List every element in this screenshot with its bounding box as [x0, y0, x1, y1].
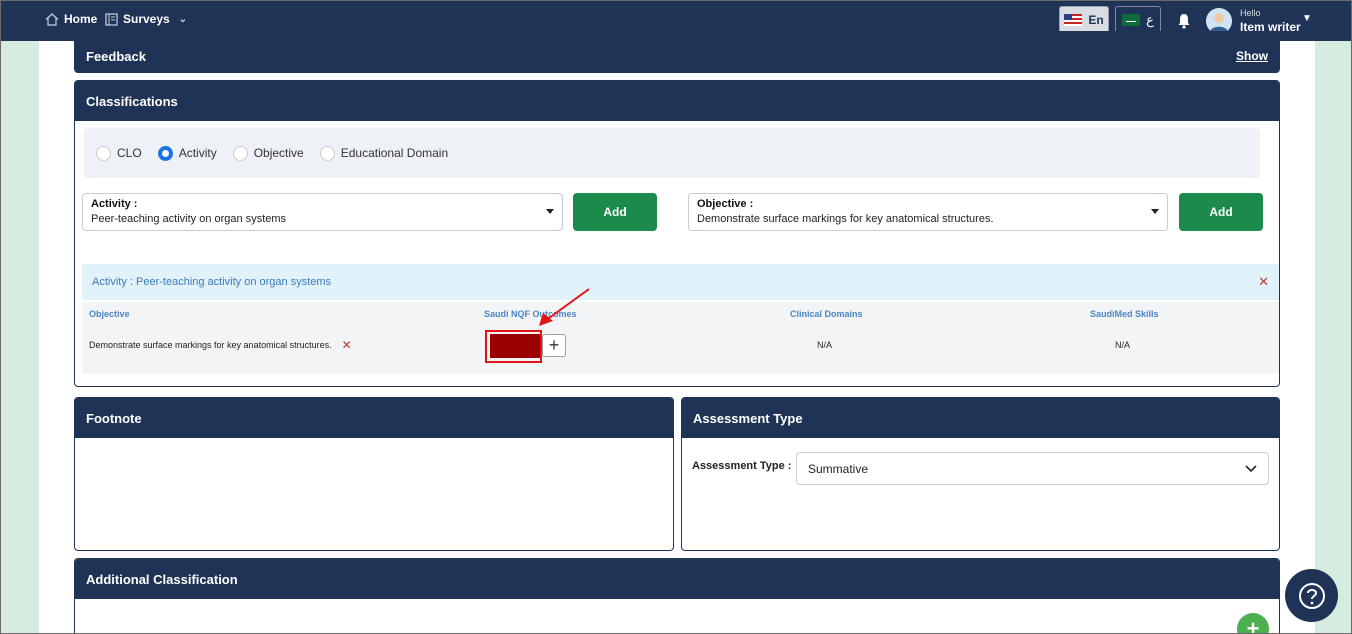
- row-objective-text: Demonstrate surface markings for key ana…: [89, 340, 332, 350]
- remove-activity-close-icon[interactable]: ✕: [1258, 274, 1269, 290]
- assessment-type-value: Summative: [808, 461, 869, 476]
- page-margin-right: [1313, 41, 1351, 633]
- home-icon: [45, 12, 59, 26]
- row-saudimed-skills: N/A: [1115, 340, 1131, 350]
- activity-select[interactable]: Activity : Peer-teaching activity on org…: [82, 193, 563, 231]
- greeting-text: Hello: [1240, 8, 1261, 18]
- classifications-title: Classifications: [86, 93, 178, 109]
- additional-classification-panel: Additional Classification: [74, 558, 1280, 633]
- feedback-show-link[interactable]: Show: [1236, 49, 1268, 63]
- nav-surveys-label: Surveys: [123, 12, 170, 26]
- add-activity-button[interactable]: Add: [573, 193, 657, 231]
- page-margin-left: [1, 41, 39, 633]
- objective-select-value: Demonstrate surface markings for key ana…: [697, 213, 994, 225]
- add-objective-button[interactable]: Add: [1179, 193, 1263, 231]
- language-ar-button[interactable]: ع: [1115, 6, 1161, 34]
- remove-objective-close-icon[interactable]: ✕: [342, 338, 352, 352]
- help-button[interactable]: [1285, 569, 1338, 622]
- additional-classification-title: Additional Classification: [86, 571, 238, 587]
- nav-home[interactable]: Home: [45, 12, 97, 26]
- radio-circle: [96, 145, 111, 161]
- selected-activity-bar: Activity : Peer-teaching activity on org…: [82, 264, 1279, 300]
- language-en-button[interactable]: En: [1059, 6, 1109, 34]
- radio-activity-label: Activity: [178, 146, 217, 160]
- assessment-type-title: Assessment Type: [693, 410, 803, 426]
- us-flag-icon: [1064, 14, 1083, 26]
- surveys-icon: [105, 12, 118, 26]
- radio-circle: [232, 145, 248, 161]
- radio-clo[interactable]: CLO: [96, 145, 142, 161]
- assessment-type-panel: Assessment Type Assessment Type : Summat…: [681, 397, 1280, 551]
- classifications-panel: Classifications CLO Activity Objective E…: [74, 80, 1280, 387]
- objective-select[interactable]: Objective : Demonstrate surface markings…: [688, 193, 1168, 231]
- nav-home-label: Home: [64, 12, 98, 26]
- language-en-label: En: [1088, 13, 1104, 27]
- language-ar-label: ع: [1146, 12, 1154, 27]
- caret-down-icon: [546, 209, 554, 214]
- assessment-type-label: Assessment Type :: [692, 460, 792, 472]
- radio-activity[interactable]: Activity: [157, 145, 217, 161]
- mapping-table: Objective Saudi NQF Outcomes Clinical Do…: [82, 302, 1279, 374]
- user-menu-caret-icon[interactable]: ▼: [1302, 13, 1312, 24]
- feedback-panel: Feedback Show: [74, 31, 1280, 73]
- table-row: Demonstrate surface markings for key ana…: [89, 338, 352, 352]
- feedback-title: Feedback: [86, 48, 146, 64]
- radio-circle-selected: [157, 145, 173, 161]
- chevron-down-icon: ⌄: [178, 13, 188, 25]
- nav-surveys[interactable]: Surveys ⌄: [105, 12, 187, 26]
- footnote-panel: Footnote: [74, 397, 674, 551]
- radio-educational-domain[interactable]: Educational Domain: [319, 145, 449, 161]
- app-window: Home Surveys ⌄ En ع Hello Item writer ▼ …: [0, 0, 1352, 634]
- caret-down-icon: [1151, 209, 1159, 214]
- footnote-title: Footnote: [86, 410, 142, 426]
- chevron-down-icon: [1245, 464, 1257, 472]
- radio-educational-domain-label: Educational Domain: [340, 146, 449, 160]
- saudi-flag-icon: [1122, 14, 1141, 26]
- selected-activity-text: Activity : Peer-teaching activity on org…: [92, 276, 332, 288]
- activity-select-label: Activity :: [91, 198, 138, 210]
- classification-type-radio-group: CLO Activity Objective Educational Domai…: [84, 128, 1260, 178]
- annotation-arrow-icon: [539, 288, 590, 326]
- footnote-editor[interactable]: [75, 438, 673, 550]
- radio-clo-label: CLO: [117, 146, 142, 160]
- activity-select-value: Peer-teaching activity on organ systems: [91, 213, 287, 225]
- row-clinical-domains: N/A: [817, 340, 833, 350]
- bell-icon[interactable]: [1177, 13, 1191, 29]
- radio-objective[interactable]: Objective: [232, 145, 304, 161]
- question-icon: [1298, 582, 1325, 609]
- objective-select-label: Objective :: [697, 198, 754, 210]
- radio-circle: [319, 145, 335, 161]
- column-header-clinical-domains: Clinical Domains: [790, 309, 863, 319]
- column-header-objective: Objective: [89, 309, 130, 319]
- radio-objective-label: Objective: [253, 146, 304, 160]
- column-header-saudimed-skills: SaudiMed Skills: [1090, 309, 1159, 319]
- assessment-type-select[interactable]: Summative: [796, 452, 1269, 485]
